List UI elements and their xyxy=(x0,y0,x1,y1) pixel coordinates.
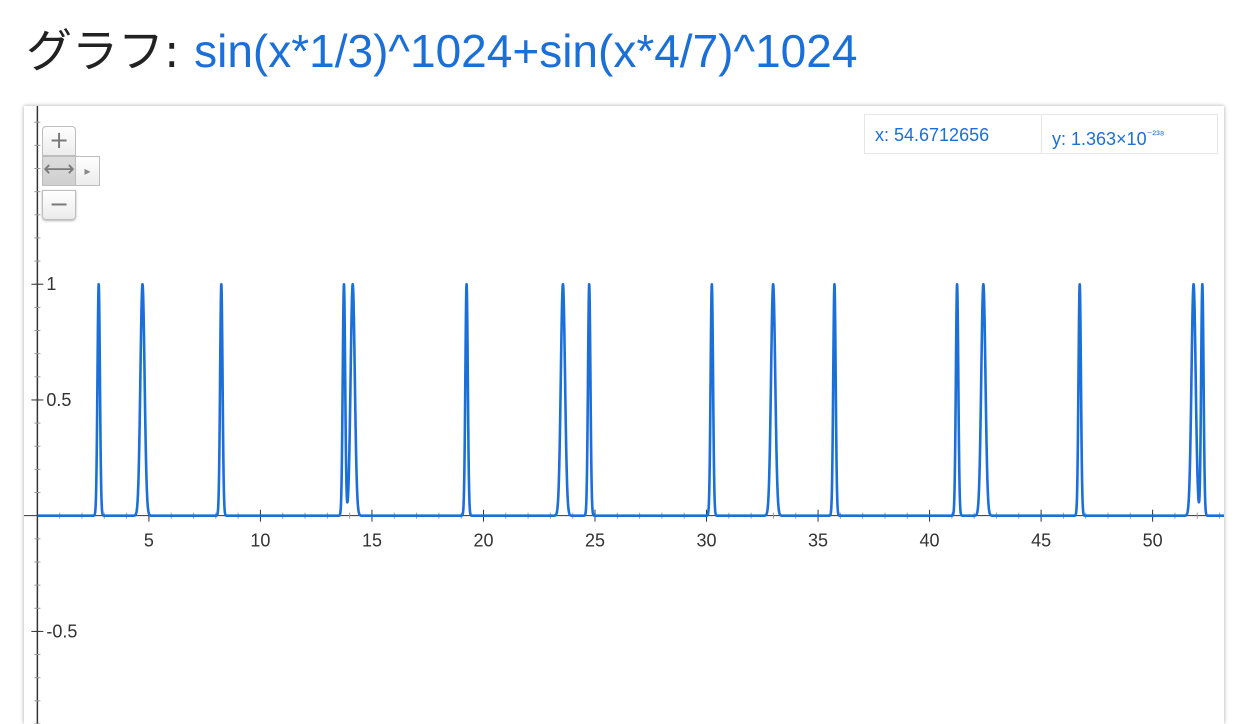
x-tick-label: 10 xyxy=(250,531,270,551)
x-tick-label: 25 xyxy=(585,531,605,551)
x-tick-label: 40 xyxy=(920,531,940,551)
x-readout: x: 54.6712656 xyxy=(864,114,1042,154)
x-tick-label: 50 xyxy=(1143,531,1163,551)
pan-button[interactable]: ⟷ xyxy=(42,156,76,186)
y-tick-label: -0.5 xyxy=(46,621,77,641)
x-tick-label: 15 xyxy=(362,531,382,551)
y-readout: y: 1.363×10⁻²³⁸ xyxy=(1042,114,1218,154)
zoom-in-button[interactable]: + xyxy=(42,126,76,156)
zoom-out-button[interactable]: − xyxy=(42,190,76,220)
y-tick-label: 0.5 xyxy=(46,390,71,410)
plus-icon: + xyxy=(48,126,70,154)
heading-prefix: グラフ: xyxy=(26,24,195,78)
horizontal-arrows-icon: ⟷ xyxy=(43,157,75,182)
graph-panel[interactable]: 5 10 15 20 25 30 35 40 45 50 1 0.5 -0.5 x: 54.671265… xyxy=(24,106,1224,724)
x-tick-label: 5 xyxy=(144,531,154,551)
pan-expand-button[interactable]: ▸ xyxy=(76,156,100,186)
x-tick-label: 45 xyxy=(1031,531,1051,551)
y-readout-mantissa: y: 1.363×10 xyxy=(1052,129,1147,149)
y-tick-label: 1 xyxy=(46,274,56,294)
heading-formula: sin(x*1/3)^1024+sin(x*4/7)^1024 xyxy=(194,25,858,77)
minus-icon: − xyxy=(48,190,70,218)
y-readout-exponent: ⁻²³⁸ xyxy=(1146,129,1165,141)
page-heading: グラフ: sin(x*1/3)^1024+sin(x*4/7)^1024 xyxy=(26,18,857,84)
triangle-right-icon: ▸ xyxy=(84,164,91,178)
x-readout-value: x: 54.6712656 xyxy=(875,125,990,145)
function-curve xyxy=(36,282,1224,517)
x-tick-label: 20 xyxy=(473,531,493,551)
function-plot[interactable]: 5 10 15 20 25 30 35 40 45 50 1 0.5 -0.5 xyxy=(24,106,1224,724)
x-tick-label: 35 xyxy=(808,531,828,551)
x-tick-label: 30 xyxy=(697,531,717,551)
